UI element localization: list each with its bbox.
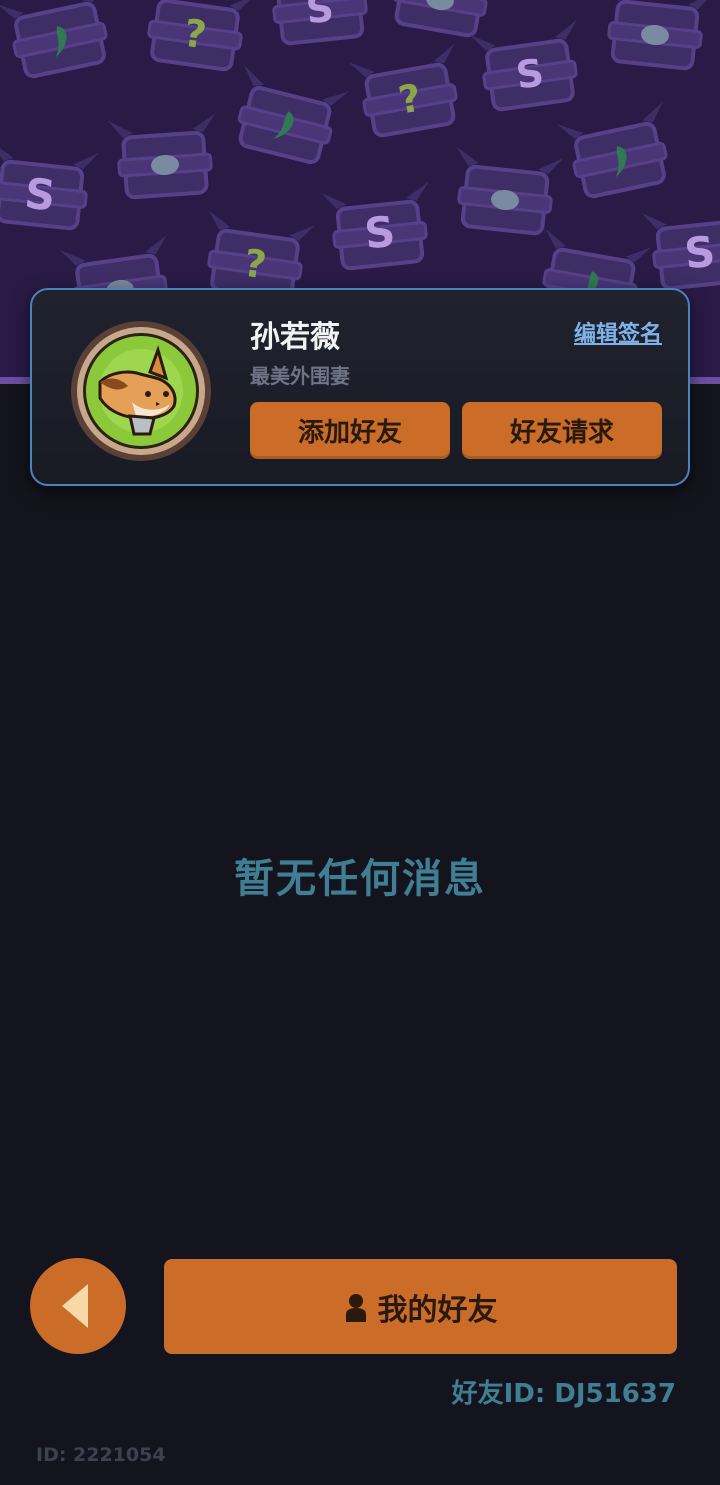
friend-requests-button[interactable]: 好友请求	[462, 402, 662, 459]
svg-text:S: S	[22, 169, 57, 221]
signature-text: 最美外围妻	[250, 364, 350, 388]
svg-text:S: S	[682, 227, 717, 279]
profile-card: 孙若薇 最美外围妻 编辑签名 添加好友 好友请求	[30, 288, 690, 486]
empty-messages-text: 暂无任何消息	[234, 856, 486, 902]
my-friends-button[interactable]: 我的好友	[164, 1259, 677, 1354]
svg-text:S: S	[362, 207, 397, 259]
username: 孙若薇	[250, 320, 340, 355]
person-icon	[345, 1293, 366, 1322]
svg-text:S: S	[304, 0, 336, 32]
fox-avatar-icon[interactable]	[70, 320, 212, 462]
add-friend-button[interactable]: 添加好友	[250, 402, 450, 459]
edit-signature-link[interactable]: 编辑签名	[574, 316, 662, 348]
back-button[interactable]	[30, 1258, 126, 1354]
back-arrow-icon	[62, 1284, 88, 1328]
friend-id-text: 好友ID: DJ51637	[451, 1379, 676, 1409]
user-id-text: ID: 2221054	[36, 1444, 166, 1466]
my-friends-label: 我的好友	[377, 1292, 498, 1328]
